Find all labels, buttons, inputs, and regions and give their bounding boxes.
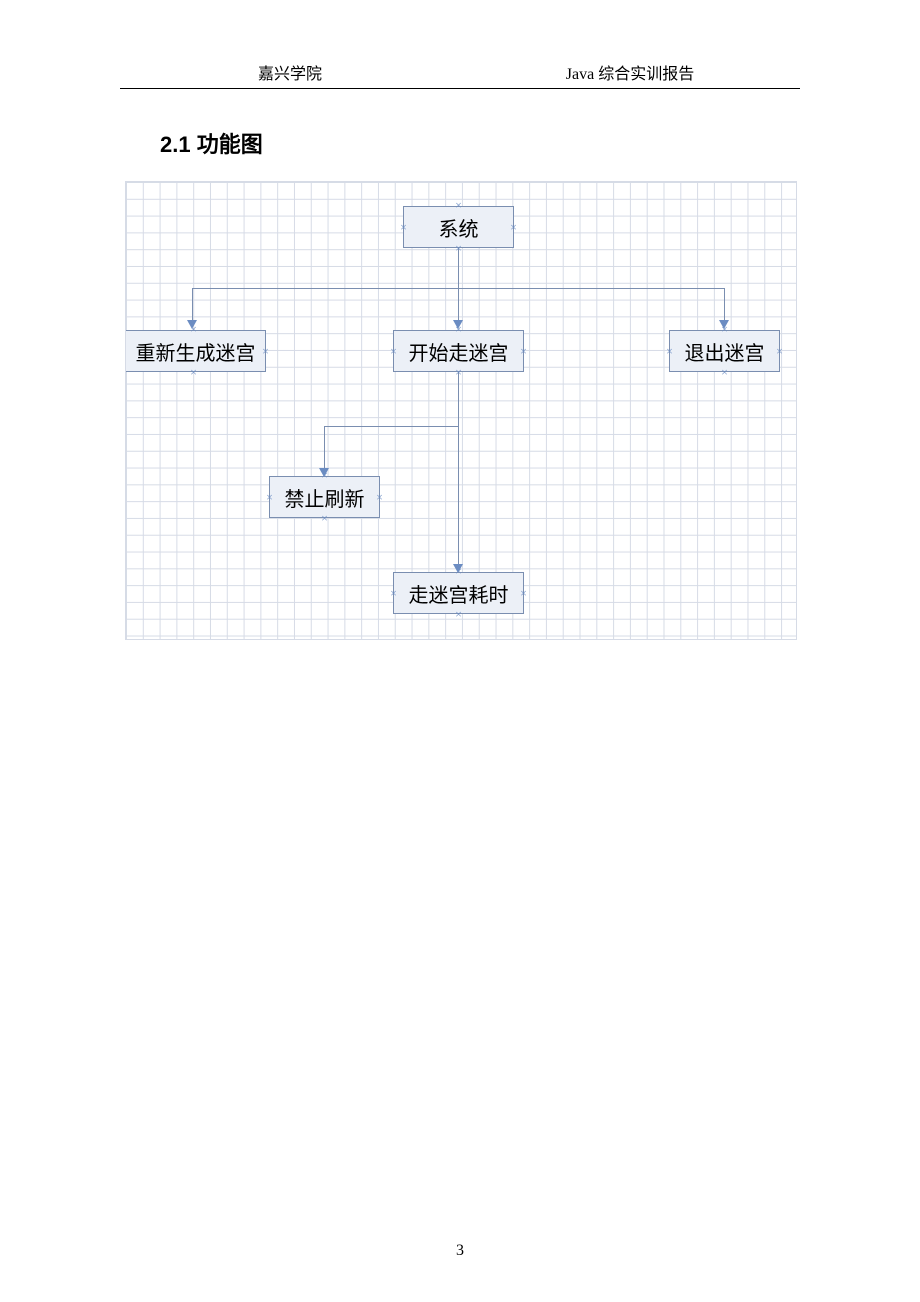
arrow-down-icon bbox=[719, 320, 729, 329]
node-label: 系统 bbox=[439, 213, 479, 242]
node-label: 走迷宫耗时 bbox=[409, 579, 509, 608]
handle-icon: × bbox=[454, 610, 463, 619]
node-maze-timing: 走迷宫耗时 × × × × bbox=[393, 572, 524, 614]
handle-icon: × bbox=[389, 347, 398, 356]
node-label: 退出迷宫 bbox=[685, 337, 765, 366]
handle-icon: × bbox=[509, 223, 518, 232]
header-row: 嘉兴学院 Java 综合实训报告 bbox=[120, 60, 800, 89]
handle-icon: × bbox=[375, 493, 384, 502]
connector bbox=[458, 426, 459, 566]
node-system: 系统 × × × × bbox=[403, 206, 514, 248]
function-diagram: 系统 × × × × 重新生成迷宫 × × × 开始走迷宫 × × × × 退出… bbox=[125, 181, 797, 640]
node-no-refresh: 禁止刷新 × × × × bbox=[269, 476, 380, 518]
node-label: 开始走迷宫 bbox=[409, 337, 509, 366]
connector bbox=[324, 426, 458, 427]
node-label: 重新生成迷宫 bbox=[136, 337, 256, 366]
header-right: Java 综合实训报告 bbox=[460, 60, 800, 84]
handle-icon: × bbox=[389, 589, 398, 598]
connector bbox=[724, 288, 725, 322]
connector bbox=[192, 288, 193, 322]
page-header: 嘉兴学院 Java 综合实训报告 bbox=[0, 0, 920, 89]
node-start-maze: 开始走迷宫 × × × × bbox=[393, 330, 524, 372]
handle-icon: × bbox=[399, 223, 408, 232]
node-regenerate-maze: 重新生成迷宫 × × × bbox=[126, 330, 266, 372]
node-exit-maze: 退出迷宫 × × × × bbox=[669, 330, 780, 372]
handle-icon: × bbox=[454, 201, 463, 210]
section-heading: 2.1 功能图 bbox=[160, 127, 920, 159]
connector bbox=[458, 288, 459, 322]
arrow-down-icon bbox=[187, 320, 197, 329]
handle-icon: × bbox=[775, 347, 784, 356]
node-label: 禁止刷新 bbox=[285, 483, 365, 512]
handle-icon: × bbox=[261, 347, 270, 356]
handle-icon: × bbox=[519, 589, 528, 598]
handle-icon: × bbox=[265, 493, 274, 502]
handle-icon: × bbox=[665, 347, 674, 356]
connector bbox=[324, 426, 325, 470]
header-left: 嘉兴学院 bbox=[120, 60, 460, 84]
connector bbox=[458, 248, 459, 288]
handle-icon: × bbox=[320, 514, 329, 523]
arrow-down-icon bbox=[453, 320, 463, 329]
page: 嘉兴学院 Java 综合实训报告 2.1 功能图 系统 bbox=[0, 0, 920, 1302]
connector bbox=[458, 372, 459, 426]
handle-icon: × bbox=[519, 347, 528, 356]
handle-icon: × bbox=[720, 368, 729, 377]
handle-icon: × bbox=[189, 368, 198, 377]
page-number: 3 bbox=[0, 1242, 920, 1260]
